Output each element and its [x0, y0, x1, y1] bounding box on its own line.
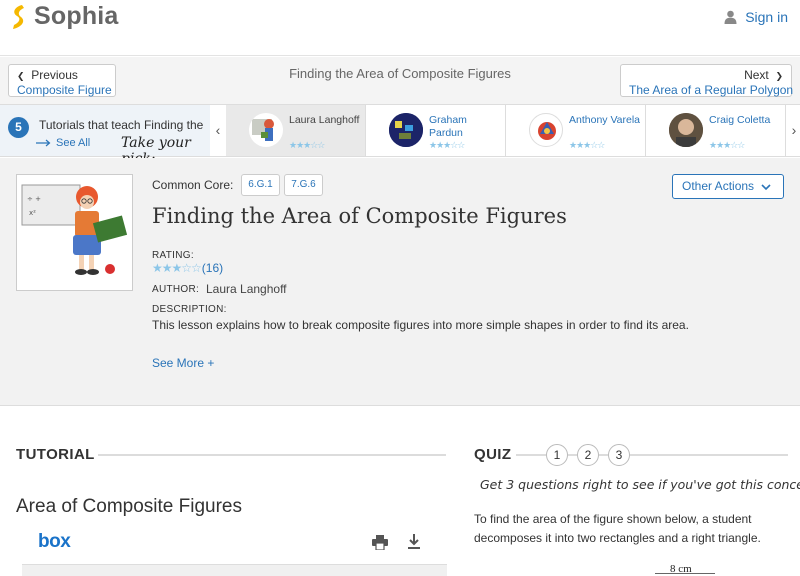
tutor-name: Laura Langhoff — [289, 114, 360, 126]
tutorial-count-badge: 5 — [8, 117, 29, 138]
figure-dimension-line — [655, 573, 715, 574]
tutor-rating-stars: ★★★☆☆ — [289, 140, 325, 150]
lesson-title: Finding the Area of Composite Figures — [152, 204, 567, 228]
description-label: DESCRIPTION: — [152, 304, 227, 315]
carousel-intro: 5 Tutorials that teach Finding the See A… — [0, 105, 210, 167]
previous-lesson-link[interactable]: Composite Figure — [17, 83, 112, 97]
svg-text:÷ +: ÷ + — [27, 195, 41, 203]
lesson-header: ÷ + x² Common Core: 6.G.1 7.G.6 Other Ac… — [0, 158, 800, 406]
see-all-link[interactable]: See All — [36, 137, 90, 149]
sophia-logo[interactable]: Sophia — [8, 2, 119, 31]
tutor-card-laura-langhoff[interactable]: Laura Langhoff ★★★☆☆ — [226, 105, 366, 156]
quiz-step-2: 2 — [577, 444, 599, 466]
chevron-right-icon: ❯ — [775, 71, 783, 81]
tutor-rating-stars: ★★★☆☆ — [709, 140, 745, 150]
tutor-avatar — [529, 113, 563, 147]
tutor-rating-stars: ★★★☆☆ — [429, 140, 465, 150]
tutor-name: Graham Pardun — [429, 114, 467, 139]
tutor-card-anthony-varela[interactable]: Anthony Varela ★★★☆☆ — [506, 105, 646, 156]
next-lesson-link[interactable]: The Area of a Regular Polygon — [629, 83, 793, 97]
author-name: Laura Langhoff — [206, 282, 287, 296]
standard-tag-6g1[interactable]: 6.G.1 — [241, 174, 280, 196]
top-bar: Sophia Sign in — [0, 0, 800, 56]
next-lesson-button[interactable]: Next ❯ The Area of a Regular Polygon — [620, 64, 793, 97]
lesson-thumbnail: ÷ + x² — [16, 174, 133, 291]
quiz-heading: QUIZ — [474, 446, 512, 463]
sophia-logo-icon — [13, 4, 24, 29]
tutor-card-craig-coletta[interactable]: Craig Coletta ★★★☆☆ — [646, 105, 786, 156]
carousel-next-button[interactable]: › — [786, 105, 800, 156]
download-icon[interactable] — [407, 534, 421, 550]
tutor-card-graham-pardun[interactable]: Graham Pardun ★★★☆☆ — [366, 105, 506, 156]
quiz-divider-left — [516, 454, 546, 456]
lesson-rating[interactable]: ★★★☆☆ (16) — [152, 261, 223, 275]
box-logo: box — [38, 531, 71, 552]
rating-stars: ★★★☆☆ — [152, 261, 202, 275]
tutorial-carousel: 5 Tutorials that teach Finding the See A… — [0, 104, 800, 167]
sign-in-label: Sign in — [745, 9, 788, 25]
next-label: Next ❯ — [744, 68, 783, 82]
sign-in-link[interactable]: Sign in — [724, 9, 788, 25]
quiz-prompt: Get 3 questions right to see if you've g… — [480, 477, 800, 492]
previous-lesson-button[interactable]: ❮ Previous Composite Figure — [8, 64, 116, 97]
arrow-right-icon — [36, 139, 51, 147]
standard-tag-7g6[interactable]: 7.G.6 — [284, 174, 323, 196]
tutor-avatar — [389, 113, 423, 147]
other-actions-label: Other Actions — [682, 179, 755, 193]
svg-text:x²: x² — [29, 209, 36, 217]
tutorial-divider — [98, 454, 446, 456]
carousel-prev-button[interactable]: ‹ — [210, 105, 226, 156]
tutor-name: Anthony Varela — [569, 114, 641, 126]
rating-label: RATING: — [152, 250, 194, 261]
tutorial-section-title: Area of Composite Figures — [16, 496, 242, 517]
quiz-divider-right — [630, 454, 788, 456]
see-more-link[interactable]: See More + — [152, 356, 214, 370]
quiz-step-3: 3 — [608, 444, 630, 466]
rating-count[interactable]: (16) — [202, 261, 223, 275]
tutor-avatar — [249, 113, 283, 147]
quiz-divider-2 — [599, 454, 608, 456]
other-actions-dropdown[interactable]: Other Actions — [672, 174, 784, 199]
tutorial-heading: TUTORIAL — [16, 446, 95, 463]
user-icon — [724, 10, 737, 24]
lesson-nav-bar: Finding the Area of Composite Figures ❮ … — [0, 57, 800, 104]
previous-label: ❮ Previous — [17, 68, 78, 82]
author-label: AUTHOR: — [152, 284, 200, 295]
carousel-title: Tutorials that teach Finding the — [39, 118, 204, 132]
tutor-name: Craig Coletta — [709, 114, 771, 126]
brand-name: Sophia — [34, 2, 119, 30]
quiz-question: To find the area of the figure shown bel… — [474, 512, 761, 545]
chevron-down-icon — [761, 184, 771, 191]
document-viewer[interactable] — [22, 564, 447, 576]
quiz-divider-1 — [568, 454, 577, 456]
tutor-rating-stars: ★★★☆☆ — [569, 140, 605, 150]
common-core-label: Common Core: — [152, 178, 234, 192]
print-icon[interactable] — [372, 535, 388, 550]
lesson-description: This lesson explains how to break compos… — [152, 318, 689, 332]
tutor-avatar — [669, 113, 703, 147]
chevron-left-icon: ❮ — [17, 71, 25, 81]
quiz-step-1: 1 — [546, 444, 568, 466]
